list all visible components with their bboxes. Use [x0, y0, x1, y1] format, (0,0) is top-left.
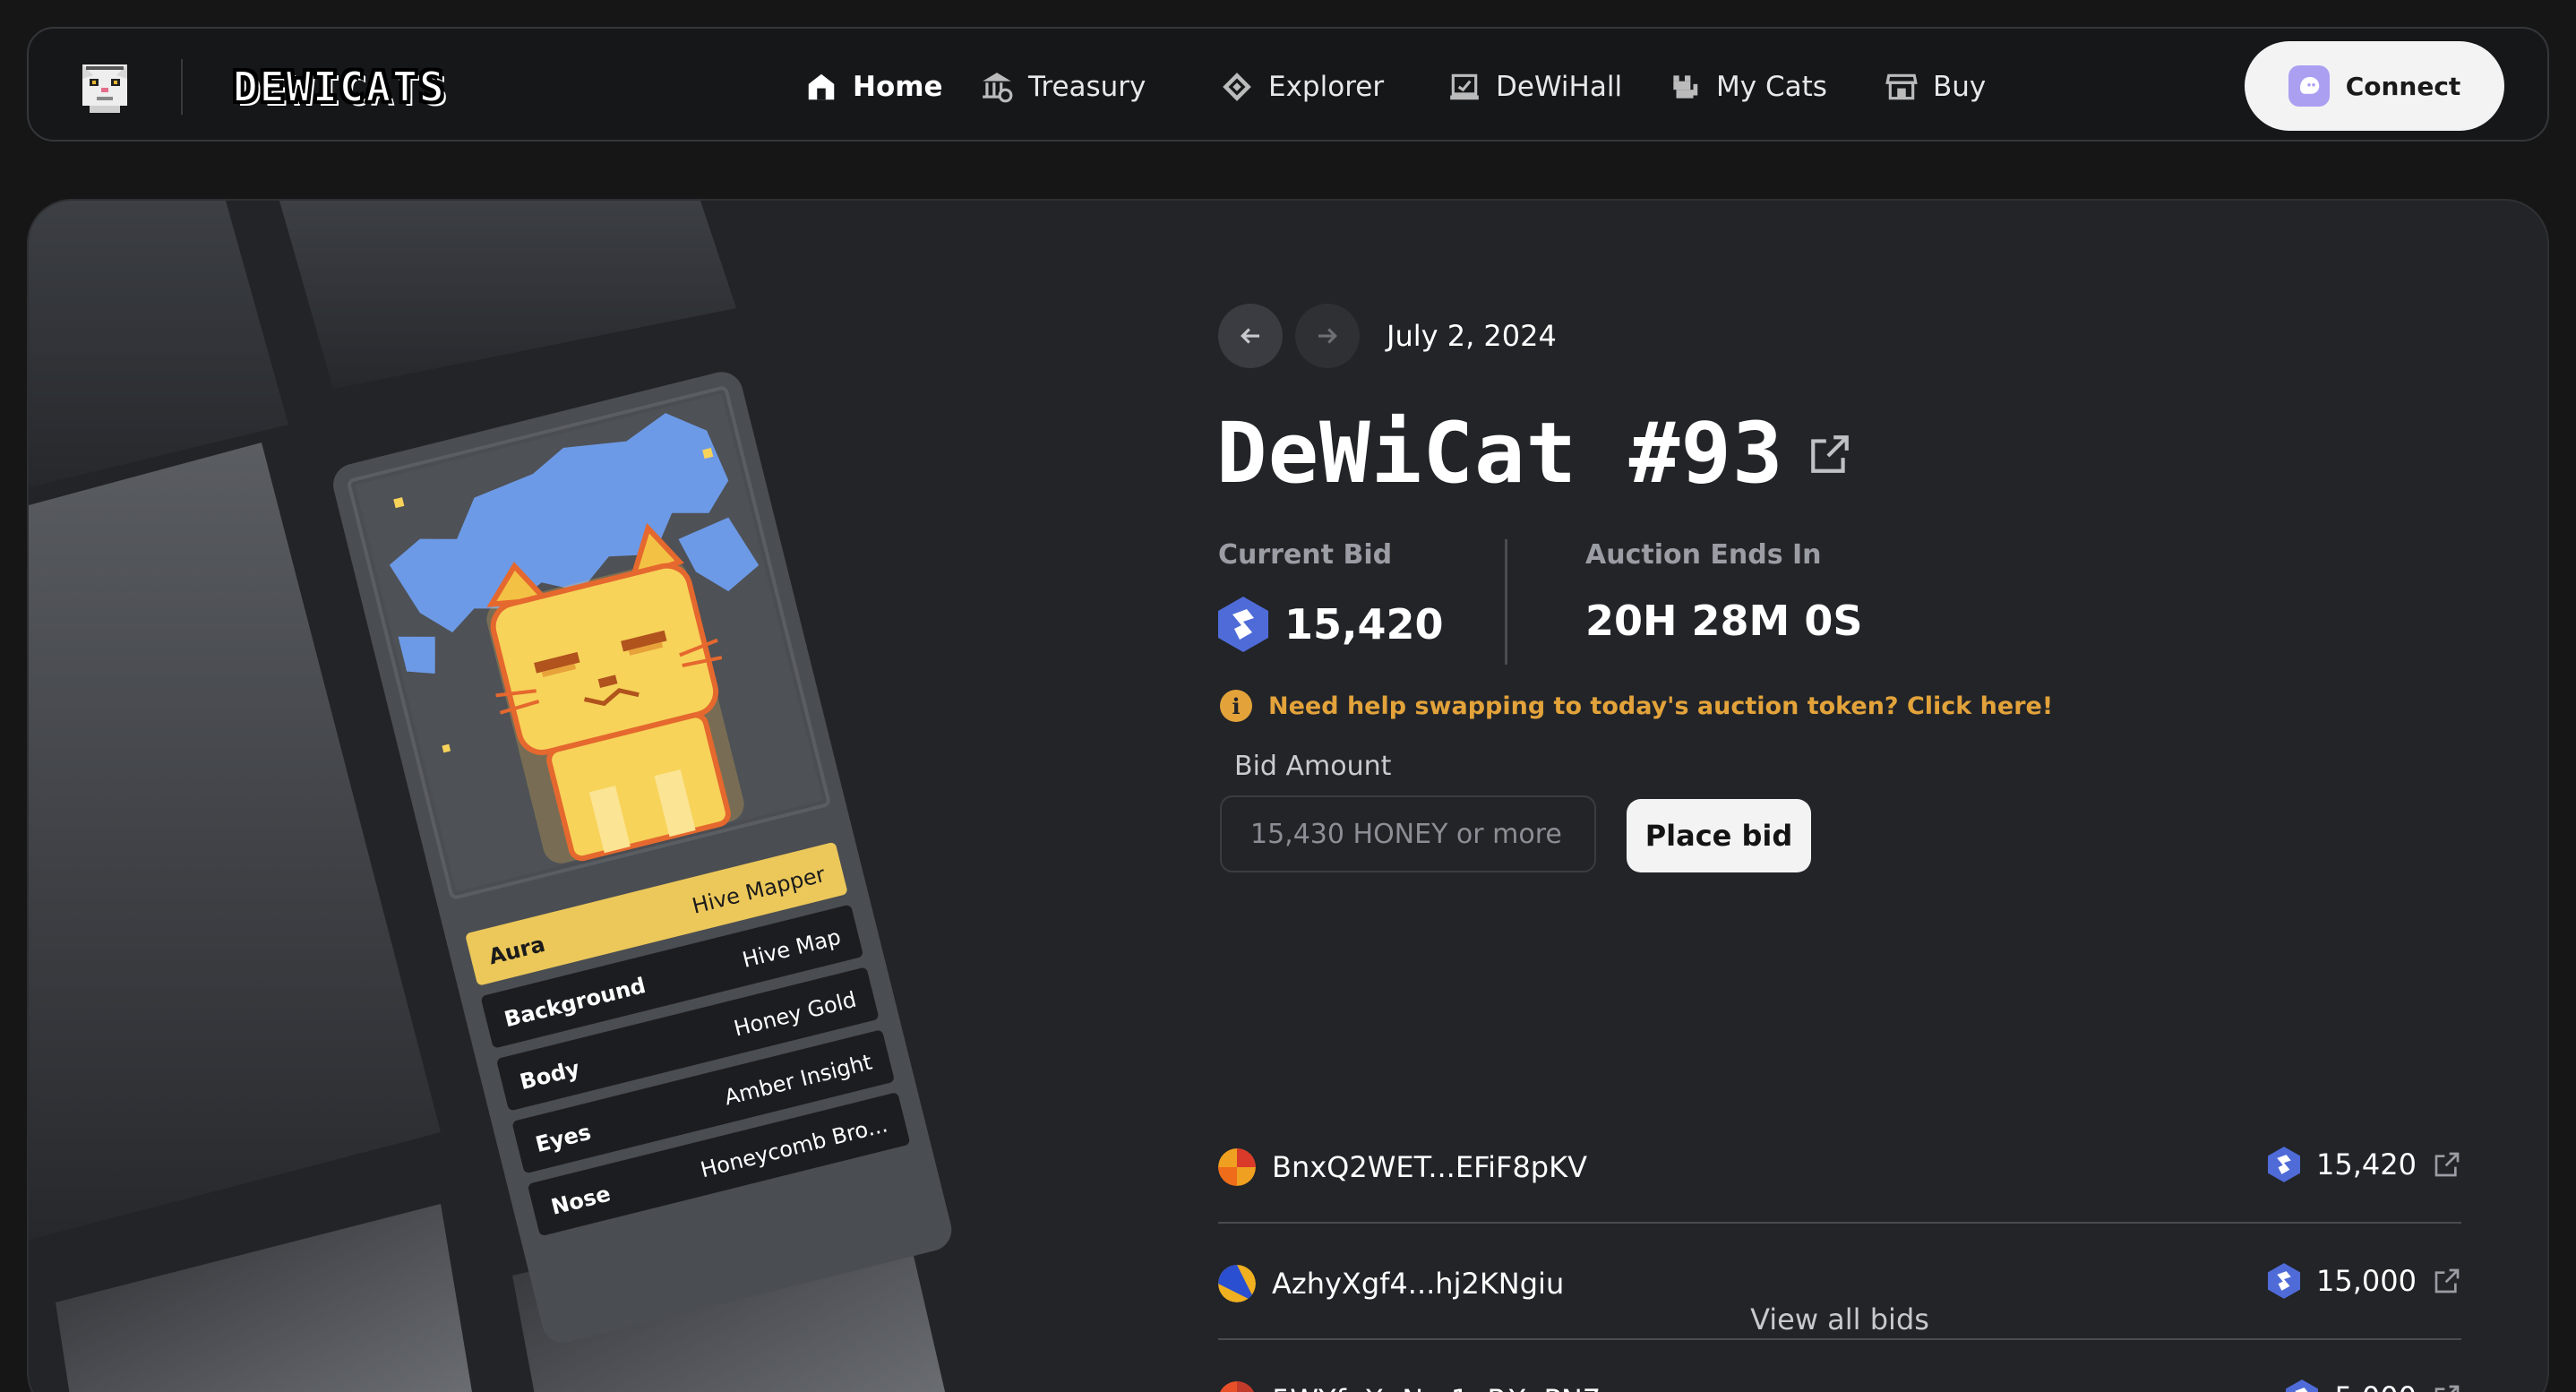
nav-item-home[interactable]: Home: [804, 64, 943, 109]
nft-title-row: DeWiCat #93: [1216, 405, 1852, 503]
bid-amount: 15,000: [2268, 1263, 2461, 1299]
current-bid-amount: 15,420: [1284, 600, 1444, 649]
treasury-icon: [983, 73, 1013, 103]
honey-token-icon: [2268, 1263, 2301, 1299]
auction-date: July 2, 2024: [1387, 319, 1557, 353]
nft-card[interactable]: Aura Hive Mapper Background Hive Map Bod…: [329, 367, 956, 1347]
current-bid-value: 15,420: [1218, 597, 1444, 652]
nft-artwork-scene: Aura Hive Mapper Background Hive Map Bod…: [29, 201, 956, 1392]
bid-amount-value: 15,420: [2316, 1147, 2417, 1181]
phantom-wallet-icon: [2288, 65, 2330, 107]
swap-help-text: Need help swapping to today's auction to…: [1268, 692, 2054, 720]
home-icon: [808, 73, 835, 100]
bid-amount: 15,420: [2268, 1147, 2461, 1182]
arrow-right-icon: [1318, 328, 1337, 344]
dewihall-icon: [1450, 73, 1479, 100]
nav-label: Explorer: [1268, 71, 1385, 103]
honey-token-icon: [2286, 1379, 2319, 1392]
bidder[interactable]: AzhyXgf4...hj2KNgiu: [1218, 1265, 1564, 1302]
auction-panel: Aura Hive Mapper Background Hive Map Bod…: [27, 199, 2549, 1392]
bid-amount: 5,000: [2286, 1379, 2461, 1392]
bidder-address: BnxQ2WET...EFiF8pKV: [1272, 1150, 1587, 1184]
nav-label: Buy: [1933, 71, 1987, 103]
bid-amount-label: Bid Amount: [1234, 751, 1392, 782]
info-icon: i: [1220, 690, 1252, 722]
bidder-avatar: [1218, 1265, 1256, 1302]
auction-countdown: 20H 28M 0S: [1585, 597, 1863, 645]
bidder-avatar: [1218, 1148, 1256, 1186]
bid-amount-value: 5,000: [2334, 1380, 2417, 1392]
nav-label: DeWiHall: [1496, 71, 1623, 103]
bid-amount-input[interactable]: [1220, 795, 1596, 872]
external-link-icon[interactable]: [2433, 1150, 2461, 1179]
current-bid-label: Current Bid: [1218, 539, 1393, 571]
auction-ends-label: Auction Ends In: [1585, 539, 1822, 571]
top-navbar: DEWICATS Home Treasury Explorer DeWiHall…: [27, 27, 2549, 142]
bidder-address: 5WYfuXnN...1qRXyPN7: [1272, 1383, 1601, 1392]
bid-row: BnxQ2WET...EFiF8pKV 15,420: [1218, 1107, 2461, 1224]
cat-icon: [1673, 75, 1698, 99]
view-all-bids-link[interactable]: View all bids: [1218, 1302, 2461, 1336]
bidder-avatar: [1220, 1381, 1254, 1392]
nav-item-treasury[interactable]: Treasury: [980, 64, 1146, 109]
nav-label: My Cats: [1716, 71, 1827, 103]
external-link-icon[interactable]: [2433, 1383, 2461, 1392]
nav-label: Home: [853, 71, 943, 103]
bid-amount-value: 15,000: [2316, 1264, 2417, 1298]
nav-item-explorer[interactable]: Explorer: [1220, 64, 1384, 109]
bidder[interactable]: 5WYfuXnN...1qRXyPN7: [1218, 1381, 1601, 1392]
nft-title: DeWiCat #93: [1216, 405, 1784, 503]
nav-label: Treasury: [1028, 71, 1146, 103]
nav-item-my-cats[interactable]: My Cats: [1668, 64, 1827, 109]
bidder-address: AzhyXgf4...hj2KNgiu: [1272, 1267, 1565, 1301]
connect-label: Connect: [2345, 71, 2461, 101]
honey-token-icon: [2268, 1147, 2301, 1182]
swap-help-link[interactable]: i Need help swapping to today's auction …: [1220, 690, 2053, 722]
connect-wallet-button[interactable]: Connect: [2245, 41, 2504, 131]
main-nav: Home Treasury Explorer DeWiHall My Cats …: [29, 29, 2547, 143]
auction-date-navigator: July 2, 2024: [1218, 303, 1557, 369]
auction-stats: Current Bid 15,420 Auction Ends In 20H 2…: [1218, 539, 2024, 665]
previous-auction-button[interactable]: [1218, 304, 1283, 368]
external-link-icon[interactable]: [2433, 1267, 2461, 1295]
bidder[interactable]: BnxQ2WET...EFiF8pKV: [1218, 1148, 1587, 1186]
arrow-left-icon: [1241, 328, 1259, 344]
external-link-icon[interactable]: [1807, 432, 1852, 477]
bid-row: 5WYfuXnN...1qRXyPN7 5,000: [1218, 1340, 2461, 1392]
store-icon: [1885, 73, 1918, 100]
nav-item-dewihall[interactable]: DeWiHall: [1447, 64, 1622, 109]
stats-divider: [1505, 539, 1507, 665]
explorer-icon: [1223, 73, 1251, 101]
honey-token-icon: [1218, 597, 1268, 652]
place-bid-button[interactable]: Place bid: [1627, 799, 1811, 872]
nav-item-buy[interactable]: Buy: [1885, 64, 1986, 109]
next-auction-button[interactable]: [1295, 304, 1360, 368]
bid-history-list: BnxQ2WET...EFiF8pKV 15,420 AzhyXgf4...hj…: [1218, 1107, 2461, 1392]
